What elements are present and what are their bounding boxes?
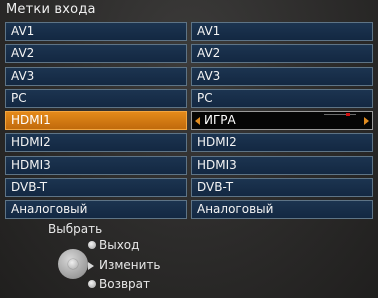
row-av2[interactable]: AV2 AV2 xyxy=(5,44,373,64)
input-name: AV3 xyxy=(5,66,187,86)
help-exit-label: Выход xyxy=(99,238,140,252)
help-select-label: Выбрать xyxy=(48,222,103,236)
input-name: HDMI1 xyxy=(5,111,187,130)
arrow-left-icon[interactable] xyxy=(195,117,200,125)
input-label-field[interactable]: DVB-T xyxy=(191,177,373,197)
input-name: AV1 xyxy=(5,22,187,41)
help-change-label: Изменить xyxy=(99,258,161,272)
input-label-field[interactable]: AV2 xyxy=(191,44,373,64)
row-av3[interactable]: AV3 AV3 xyxy=(5,66,373,86)
row-hdmi1-selected[interactable]: HDMI1 ИГРА xyxy=(5,111,373,130)
input-labels-list: AV1 AV1 AV2 AV2 AV3 AV3 PC PC HDMI1 ИГРА… xyxy=(5,22,373,222)
input-label-field[interactable]: AV1 xyxy=(191,22,373,41)
row-hdmi2[interactable]: HDMI2 HDMI2 xyxy=(5,133,373,153)
input-name: HDMI2 xyxy=(5,133,187,153)
input-label-field[interactable]: HDMI3 xyxy=(191,155,373,175)
back-button-icon xyxy=(88,280,96,288)
ok-button-icon xyxy=(68,259,78,269)
exit-button-icon xyxy=(88,241,96,249)
input-label-field[interactable]: HDMI2 xyxy=(191,133,373,153)
remote-navigation-icon xyxy=(58,249,88,279)
text-cursor-track xyxy=(324,114,356,115)
input-label-field-editing[interactable]: ИГРА xyxy=(191,111,373,130)
input-name: HDMI3 xyxy=(5,155,187,175)
row-analog[interactable]: Аналоговый Аналоговый xyxy=(5,200,373,219)
arrow-right-icon[interactable] xyxy=(364,117,369,125)
change-arrows-icon xyxy=(88,262,94,270)
input-name: Аналоговый xyxy=(5,200,187,219)
input-name: PC xyxy=(5,88,187,108)
row-dvbt[interactable]: DVB-T DVB-T xyxy=(5,177,373,197)
input-label-field[interactable]: AV3 xyxy=(191,66,373,86)
input-label-value: ИГРА xyxy=(204,113,236,127)
row-av1[interactable]: AV1 AV1 xyxy=(5,22,373,41)
input-name: DVB-T xyxy=(5,177,187,197)
input-label-field[interactable]: Аналоговый xyxy=(191,200,373,219)
row-pc[interactable]: PC PC xyxy=(5,88,373,108)
input-label-field[interactable]: PC xyxy=(191,88,373,108)
page-title: Метки входа xyxy=(6,2,96,17)
help-back-label: Возврат xyxy=(99,277,150,291)
input-name: AV2 xyxy=(5,44,187,64)
row-hdmi3[interactable]: HDMI3 HDMI3 xyxy=(5,155,373,175)
text-cursor-icon xyxy=(346,113,350,116)
